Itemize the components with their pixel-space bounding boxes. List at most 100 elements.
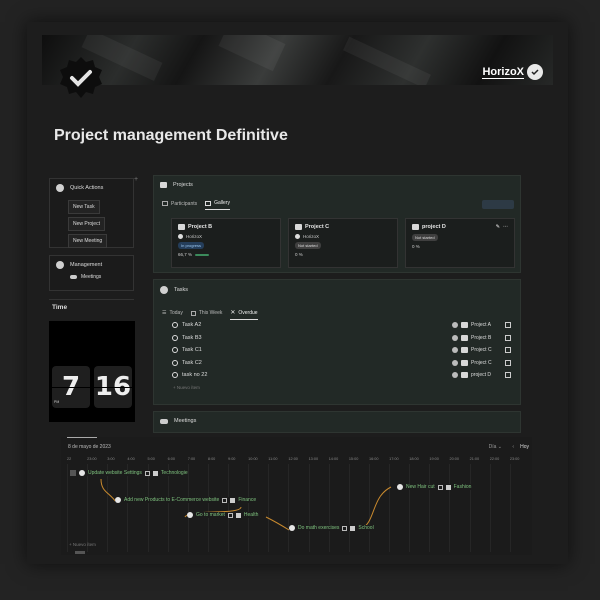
folder-icon (461, 335, 468, 341)
task-status-icon[interactable] (172, 360, 178, 366)
project-card-b[interactable]: Project B HorizoX In progress 66,7 % (171, 218, 281, 268)
task-checkbox[interactable] (505, 347, 511, 353)
task-status-icon[interactable] (172, 335, 178, 341)
check-circle-icon (160, 286, 168, 294)
tasks-panel: Tasks ☰ Today This Week ✕ Overdue (153, 279, 521, 405)
project-card-c[interactable]: Project C HorizoX Not started 0 % (288, 218, 398, 268)
timeline-event[interactable]: Add new Products to E-Commerce website Fi… (115, 497, 257, 503)
task-name: Task C1 (182, 347, 202, 353)
layers-icon (230, 497, 236, 503)
task-name: Task B3 (182, 335, 202, 341)
project-avatar-icon (452, 335, 458, 341)
task-status-icon[interactable] (172, 372, 178, 378)
edit-icon[interactable]: ✎ (496, 224, 500, 230)
event-checkbox[interactable] (227, 512, 233, 518)
divider (49, 299, 134, 300)
clock-minute: 16 (94, 366, 132, 408)
new-item-button[interactable]: + Nuevo ítem (173, 385, 200, 390)
new-meeting-button[interactable]: New Meeting (68, 234, 108, 248)
quick-actions-box: Quick Actions New Task New Project New M… (49, 178, 134, 248)
timeline-event[interactable]: Do math exercises School (289, 525, 374, 531)
project-name: Project C (471, 347, 492, 353)
tasks-header: Tasks (154, 280, 520, 300)
task-row[interactable]: task no 22 (172, 372, 207, 378)
new-task-button[interactable]: New Task (68, 200, 100, 214)
meetings-title: Meetings (174, 418, 197, 424)
tab-label: Gallery (214, 200, 230, 206)
card-owner: HorizoX (303, 234, 320, 239)
card-progress: 0 % (412, 244, 420, 249)
tab-participants[interactable]: Participants (162, 198, 197, 210)
folder-icon (461, 322, 468, 328)
tab-today[interactable]: ☰ Today (162, 307, 183, 319)
drag-handle-icon[interactable] (70, 470, 76, 476)
card-progress: 0 % (295, 252, 303, 257)
tab-gallery[interactable]: Gallery (205, 197, 230, 210)
more-icon[interactable]: ⋯ (503, 224, 508, 230)
layers-icon (445, 484, 451, 490)
layers-icon (350, 525, 356, 531)
task-project-link[interactable]: project D (452, 372, 491, 378)
task-project-link[interactable]: Project B (452, 335, 491, 341)
task-checkbox[interactable] (505, 335, 511, 341)
project-avatar-icon (452, 322, 458, 328)
event-checkbox[interactable] (437, 484, 443, 490)
task-checkbox[interactable] (505, 372, 511, 378)
event-checkbox[interactable] (222, 497, 228, 503)
tab-this-week[interactable]: This Week (190, 307, 222, 319)
new-project-button[interactable]: New Project (68, 217, 105, 231)
tab-overdue[interactable]: ✕ Overdue (230, 306, 258, 320)
project-card-d[interactable]: project D ✎ ⋯ Not started 0 % (405, 218, 515, 268)
event-checkbox[interactable] (342, 525, 348, 531)
task-status-icon[interactable] (172, 347, 178, 353)
sidebar-item-meetings[interactable]: Meetings (70, 274, 133, 280)
new-project-dropdown-button[interactable] (482, 200, 514, 209)
verified-seal-icon[interactable] (58, 55, 104, 101)
add-block-icon[interactable]: + (134, 176, 138, 183)
projects-header: Projects (154, 176, 520, 194)
management-title: Management (70, 262, 103, 268)
task-checkbox[interactable] (505, 322, 511, 328)
timeline-event[interactable]: Update website Settings Technologie (70, 470, 188, 476)
task-project-link[interactable]: Project C (452, 347, 492, 353)
task-row[interactable]: Task A2 (172, 322, 201, 328)
event-name: Update website Settings (88, 470, 142, 476)
event-tag: Finance (238, 497, 257, 503)
task-checkbox[interactable] (505, 360, 511, 366)
task-row[interactable]: Task C1 (172, 347, 202, 353)
folder-icon (295, 224, 302, 230)
sidebar-item-label: Meetings (81, 274, 102, 280)
task-project-link[interactable]: Project A (452, 322, 491, 328)
page-title: Project management Definitive (54, 127, 288, 144)
time-label: Time (52, 304, 68, 311)
project-avatar-icon (452, 372, 458, 378)
timeline-event[interactable]: Go to market Health (187, 512, 259, 518)
task-row[interactable]: Task B3 (172, 335, 202, 341)
tasks-title: Tasks (174, 287, 189, 293)
list-icon: ☰ (162, 310, 167, 316)
task-status-icon[interactable] (172, 322, 178, 328)
task-project-link[interactable]: Project C (452, 360, 492, 366)
plus-circle-icon (56, 184, 64, 192)
tab-label: Today (169, 310, 183, 316)
task-row[interactable]: Task C2 (172, 360, 202, 366)
cover-image: HorizoX (42, 35, 553, 85)
event-checkbox[interactable] (144, 470, 150, 476)
check-circle-icon (115, 497, 121, 503)
timeline-event[interactable]: New Hair cut Fashion (397, 484, 472, 490)
event-name: Add new Products to E-Commerce website (124, 497, 220, 503)
meetings-header: Meetings (154, 412, 520, 430)
project-name: Project B (471, 335, 492, 341)
task-name: task no 22 (182, 372, 208, 378)
project-name: Project A (471, 322, 492, 328)
folder-icon (461, 372, 468, 378)
table-icon (190, 310, 196, 316)
folder-icon (160, 182, 167, 188)
event-name: Do math exercises (298, 525, 340, 531)
layers-icon (235, 512, 241, 518)
folder-icon (461, 347, 468, 353)
brand-logo[interactable]: HorizoX (482, 64, 543, 80)
projects-tabs: Participants Gallery (154, 197, 520, 210)
progress-bar (195, 253, 210, 256)
check-circle-icon (289, 525, 295, 531)
